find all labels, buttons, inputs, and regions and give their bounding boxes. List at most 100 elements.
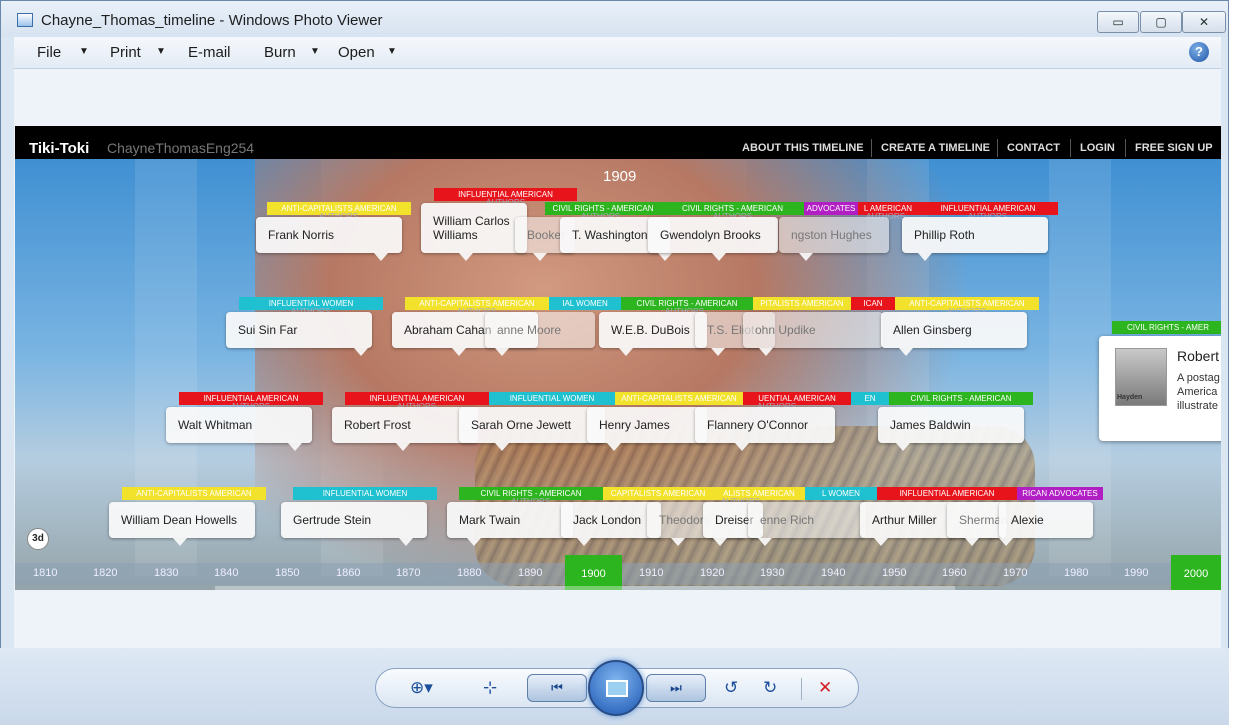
event-card: William Dean Howells <box>109 502 255 546</box>
event-card: James Baldwin <box>878 407 1024 451</box>
featured-event-card: Hayden Robert A postag America illustrat… <box>1099 336 1221 441</box>
slideshow-icon <box>606 680 628 697</box>
axis-tick: 1940 <box>821 567 846 579</box>
event-card: anne Moore <box>485 312 595 356</box>
axis-tick: 1840 <box>214 567 239 579</box>
next-button[interactable]: ⏭ <box>646 674 706 702</box>
event-card: Gertrude Stein <box>281 502 427 546</box>
event-title: William Carlos <box>433 214 510 228</box>
axis-tick: 1980 <box>1064 567 1089 579</box>
event-card: Allen Ginsberg <box>881 312 1027 356</box>
event-card: Alexie <box>999 502 1093 546</box>
zoom-icon[interactable]: ⊕▾ <box>410 678 433 698</box>
title-bar: Chayne_Thomas_timeline - Windows Photo V… <box>1 1 1228 37</box>
category-tag: ANTI-CAPITALISTS AMERICAN <box>122 487 266 500</box>
featured-text: America <box>1177 386 1218 398</box>
axis-tick: 1960 <box>942 567 967 579</box>
event-card: Mark Twain <box>447 502 573 546</box>
menu-file[interactable]: File <box>37 44 61 61</box>
file-dropdown-icon[interactable]: ▼ <box>79 46 89 57</box>
axis-tick: 1870 <box>396 567 421 579</box>
photo-viewer-icon <box>17 13 33 27</box>
axis-tick: 1910 <box>639 567 664 579</box>
category-tag: INFLUENTIAL AMERICAN <box>877 487 1017 500</box>
axis-tick: 1920 <box>700 567 725 579</box>
category-tag: INFLUENTIAL WOMEN <box>489 392 615 405</box>
axis-tick-selected: 2000 <box>1171 555 1221 590</box>
rotate-left-icon[interactable]: ↺ <box>724 678 738 698</box>
category-tag: PITALISTS AMERICAN <box>753 297 851 310</box>
delete-icon[interactable]: ✕ <box>818 678 832 698</box>
category-tag: IAL WOMEN <box>549 297 621 310</box>
current-year: 1909 <box>603 168 637 185</box>
axis-tick: 1850 <box>275 567 300 579</box>
category-tag: L WOMEN <box>805 487 877 500</box>
minimize-button[interactable]: ▭ <box>1097 11 1139 33</box>
menu-open[interactable]: Open <box>338 44 375 61</box>
axis-tick-selected: 1900 <box>565 555 622 590</box>
event-card: W.E.B. DuBois <box>599 312 707 356</box>
category-tag: ICAN <box>851 297 895 310</box>
toolbar-divider <box>801 678 802 700</box>
featured-text: illustrate <box>1177 400 1218 412</box>
event-card: Sarah Orne Jewett <box>459 407 605 451</box>
category-tag: INFLUENTIAL WOMEN <box>293 487 437 500</box>
axis-tick: 1820 <box>93 567 118 579</box>
event-card: Gwendolyn Brooks <box>648 217 778 261</box>
category-tag: EN <box>851 392 889 405</box>
event-card: Sui Sin Far <box>226 312 372 356</box>
previous-button[interactable]: ⏮ <box>527 674 587 702</box>
tiki-toki-header: Tiki-Toki ChayneThomasEng254 ABOUT THIS … <box>15 126 1221 159</box>
nav-divider <box>997 139 998 157</box>
menu-email[interactable]: E-mail <box>188 44 231 61</box>
category-tag: CIVIL RIGHTS - AMER <box>1112 321 1221 334</box>
featured-text: A postag <box>1177 372 1220 384</box>
maximize-button[interactable]: ▢ <box>1140 11 1182 33</box>
print-dropdown-icon[interactable]: ▼ <box>156 46 166 57</box>
burn-dropdown-icon[interactable]: ▼ <box>310 46 320 57</box>
event-card: Phillip Roth <box>902 217 1048 261</box>
event-card: enne Rich <box>748 502 866 546</box>
axis-tick: 1930 <box>760 567 785 579</box>
window-title: Chayne_Thomas_timeline - Windows Photo V… <box>41 12 383 29</box>
actual-size-icon[interactable]: ⊹ <box>483 678 497 698</box>
event-card: ohn Updike <box>743 312 883 356</box>
nav-contact: CONTACT <box>1007 142 1060 154</box>
axis-tick: 1880 <box>457 567 482 579</box>
close-button[interactable]: ✕ <box>1182 11 1226 33</box>
axis-tick: 1860 <box>336 567 361 579</box>
category-tag: ADVOCATES <box>804 202 858 215</box>
open-dropdown-icon[interactable]: ▼ <box>387 46 397 57</box>
axis-tick: 1810 <box>33 567 58 579</box>
rotate-right-icon[interactable]: ↻ <box>763 678 777 698</box>
nav-login: LOGIN <box>1080 142 1115 154</box>
menu-burn[interactable]: Burn <box>264 44 296 61</box>
timeline-scroll <box>215 586 955 590</box>
event-card: Frank Norris <box>256 217 402 261</box>
help-icon[interactable]: ? <box>1189 42 1209 62</box>
axis-tick: 1830 <box>154 567 179 579</box>
category-tag: RICAN ADVOCATES <box>1017 487 1103 500</box>
nav-divider <box>871 139 872 157</box>
featured-title: Robert <box>1177 348 1220 364</box>
menu-print[interactable]: Print <box>110 44 141 61</box>
event-card: Robert Frost <box>332 407 478 451</box>
axis-tick: 1970 <box>1003 567 1028 579</box>
slideshow-button[interactable] <box>588 660 644 716</box>
axis-tick: 1890 <box>518 567 543 579</box>
event-card: Henry James <box>587 407 707 451</box>
event-card: ngston Hughes <box>779 217 889 261</box>
category-tag: ANTI-CAPITALISTS AMERICAN <box>615 392 743 405</box>
photo-caption: Hayden <box>1117 394 1143 401</box>
nav-divider <box>1070 139 1071 157</box>
event-title: Williams <box>433 228 478 242</box>
event-card: Jack London <box>561 502 661 546</box>
nav-signup: FREE SIGN UP <box>1135 142 1213 154</box>
timeline-author: ChayneThomasEng254 <box>107 140 255 156</box>
event-card: Sherman <box>947 502 1008 546</box>
category-tag: CIVIL RIGHTS - AMERICAN <box>889 392 1033 405</box>
category-tag: CAPITALISTS AMERICAN <box>603 487 713 500</box>
nav-divider <box>1125 139 1126 157</box>
axis-tick: 1950 <box>882 567 907 579</box>
nav-create: CREATE A TIMELINE <box>881 142 990 154</box>
